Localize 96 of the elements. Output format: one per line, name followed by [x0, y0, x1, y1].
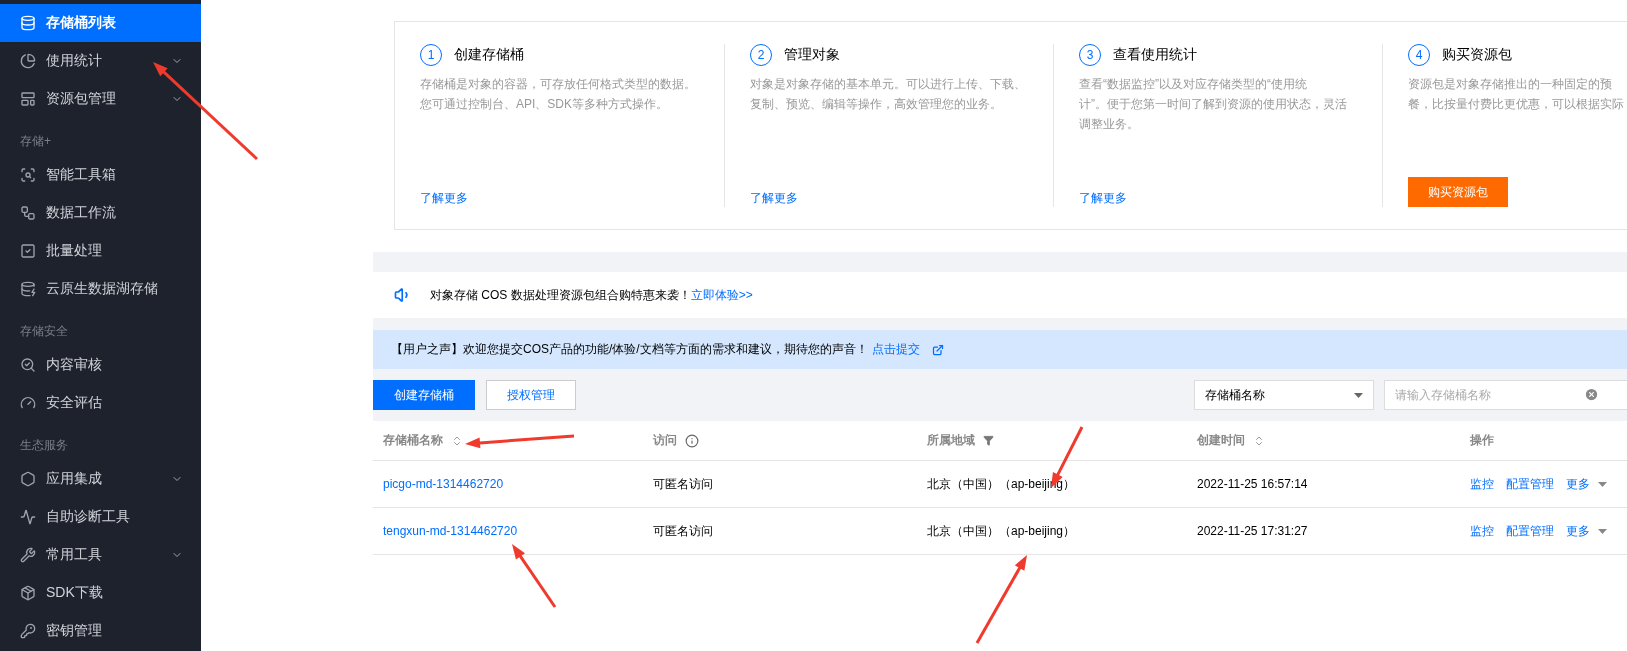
step-description: 资源包是对象存储推出的一种固定的预 [1408, 76, 1613, 93]
section-label: 生态服务 [19, 437, 69, 454]
sidebar-item[interactable]: 批量处理 [0, 232, 201, 270]
create-bucket-button[interactable]: 创建存储桶 [373, 380, 475, 410]
toolbox-icon [20, 547, 36, 563]
learn-more-link[interactable]: 了解更多 [420, 191, 468, 205]
column-header: 操作 [1470, 432, 1494, 449]
sidebar-item[interactable]: 智能工具箱 [0, 156, 201, 194]
try-now-link[interactable]: 立即体验>> [690, 287, 753, 302]
sidebar-item-label: 资源包管理 [46, 90, 117, 108]
sidebar-item-label: 批量处理 [46, 242, 103, 260]
sidebar-item[interactable]: 自助诊断工具 [0, 498, 201, 536]
sidebar-item-label: 存储桶列表 [46, 14, 117, 32]
more-link[interactable]: 更多 [1566, 522, 1590, 540]
sidebar-item-label: 智能工具箱 [46, 166, 117, 184]
step-description: 查看“数据监控”以及对应存储类型的“使用统 [1079, 76, 1308, 93]
sidebar-item[interactable]: 使用统计 [0, 42, 201, 80]
info-icon[interactable] [685, 433, 699, 448]
sidebar-item-label: 内容审核 [46, 356, 103, 374]
hexagon-icon [20, 471, 36, 487]
step-title: 管理对象 [784, 46, 840, 64]
column-header: 访问 [653, 432, 677, 449]
sidebar-item[interactable]: SDK下载 [0, 574, 201, 612]
step-title: 购买资源包 [1442, 46, 1512, 64]
external-link-icon[interactable] [931, 343, 944, 356]
caret-icon [1598, 528, 1607, 534]
action-link[interactable]: 配置管理 [1506, 475, 1554, 493]
table-cell: 可匿名访问 [653, 522, 713, 540]
sidebar-item-label: 密钥管理 [46, 622, 103, 640]
filter-select[interactable]: 存储桶名称 [1194, 380, 1374, 410]
annotation-arrow [512, 544, 557, 608]
database-icon [20, 281, 36, 297]
sidebar-item-label: 安全评估 [46, 394, 103, 412]
box-icon [20, 585, 36, 601]
step-description: 计”。便于您第一时间了解到资源的使用状态，灵活 [1079, 96, 1348, 113]
more-link[interactable]: 更多 [1566, 475, 1590, 493]
sidebar-item-label: 使用统计 [46, 52, 103, 70]
step-title: 查看使用统计 [1113, 46, 1197, 64]
search-badge-icon [20, 167, 36, 183]
step-description: 对象是对象存储的基本单元。可以进行上传、下载、 [750, 76, 1027, 93]
section-label: 存储安全 [19, 323, 69, 340]
bucket-name-link[interactable]: tengxun-md-1314462720 [383, 524, 518, 538]
sidebar-item[interactable]: 云原生数据湖存储 [0, 270, 201, 308]
sidebar-item-label: SDK下载 [46, 584, 104, 602]
checkbox-icon [20, 243, 36, 259]
database-icon [20, 15, 36, 31]
step-description: 存储桶是对象的容器，可存放任何格式类型的数据。 [420, 76, 697, 93]
section-label: 存储+ [19, 133, 52, 150]
buy-button[interactable]: 购买资源包 [1408, 177, 1508, 207]
table-cell: 可匿名访问 [653, 475, 713, 493]
step-description: 餐，比按量付费比更优惠，可以根据实际 [1408, 96, 1625, 113]
caret-icon [1354, 392, 1363, 398]
permission-button[interactable]: 授权管理 [486, 380, 576, 410]
sidebar-item-label: 云原生数据湖存储 [46, 280, 159, 298]
sidebar-item-label: 数据工作流 [46, 204, 117, 222]
gauge-icon [20, 395, 36, 411]
step-description: 您可通过控制台、API、SDK等多种方式操作。 [420, 96, 669, 113]
announcement-text: 对象存储 COS 数据处理资源包组合购特惠来袭！ [430, 287, 691, 302]
column-header: 存储桶名称 [383, 432, 443, 449]
sidebar-item[interactable]: 安全评估 [0, 384, 201, 422]
search-icon [20, 357, 36, 373]
bucket-name-link[interactable]: picgo-md-1314462720 [383, 477, 504, 491]
action-link[interactable]: 配置管理 [1506, 522, 1554, 540]
sidebar-item[interactable]: 资源包管理 [0, 80, 201, 118]
pulse-icon [20, 509, 36, 525]
sort-icon[interactable] [1253, 434, 1265, 447]
step-description: 调整业务。 [1079, 116, 1140, 133]
sidebar-item[interactable]: 密钥管理 [0, 612, 201, 650]
step-title: 创建存储桶 [454, 46, 524, 64]
filter-icon[interactable] [983, 435, 994, 446]
table-cell: 2022-11-25 17:31:27 [1197, 524, 1308, 538]
sidebar-item[interactable]: 存储桶列表 [0, 4, 201, 42]
submit-link[interactable]: 点击提交 [871, 341, 920, 358]
sidebar-item[interactable]: 数据工作流 [0, 194, 201, 232]
sort-icon[interactable] [451, 434, 463, 447]
sidebar-item[interactable]: 内容审核 [0, 346, 201, 384]
notice-text: 【用户之声】欢迎您提交COS产品的功能/体验/文档等方面的需求和建议，期待您的声音！ [391, 341, 868, 358]
flow-icon [20, 205, 36, 221]
sidebar-item-label: 常用工具 [46, 546, 103, 564]
column-header: 创建时间 [1197, 432, 1245, 449]
search-field[interactable]: 请输入存储桶名称 [1384, 380, 1627, 410]
caret-icon [1598, 481, 1607, 487]
action-link[interactable]: 监控 [1470, 475, 1494, 493]
sidebar-item-label: 应用集成 [46, 470, 103, 488]
action-link[interactable]: 监控 [1470, 522, 1494, 540]
column-header: 所属地域 [927, 432, 975, 449]
sidebar-item[interactable]: 常用工具 [0, 536, 201, 574]
key-icon [20, 623, 36, 639]
learn-more-link[interactable]: 了解更多 [1079, 191, 1127, 205]
table-cell: 2022-11-25 16:57:14 [1197, 477, 1308, 491]
learn-more-link[interactable]: 了解更多 [750, 191, 798, 205]
sidebar-item[interactable]: 应用集成 [0, 460, 201, 498]
pie-chart-icon [20, 53, 36, 69]
sidebar-item-label: 自助诊断工具 [46, 508, 131, 526]
table-cell: 北京（中国）（ap-beijing） [927, 522, 1076, 540]
step-description: 复制、预览、编辑等操作，高效管理您的业务。 [750, 96, 1003, 113]
